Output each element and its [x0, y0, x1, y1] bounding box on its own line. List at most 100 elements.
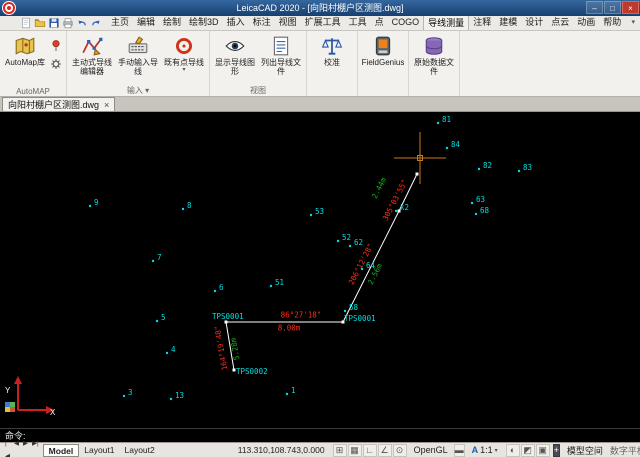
- point-label: 1: [291, 386, 296, 395]
- tab-帮助[interactable]: 帮助: [599, 15, 625, 30]
- tablet-button[interactable]: 数字平板: [610, 444, 640, 457]
- layout-nav-button-3[interactable]: ▶|: [30, 437, 41, 457]
- tab-绘制3D[interactable]: 绘制3D: [185, 15, 223, 30]
- autoscale-icon[interactable]: ◩: [521, 444, 535, 457]
- layout-tab-Layout2[interactable]: Layout2: [119, 444, 159, 457]
- tab-绘制[interactable]: 绘制: [159, 15, 185, 30]
- save-icon[interactable]: [47, 16, 61, 30]
- tab-主页[interactable]: 主页: [107, 15, 133, 30]
- command-line[interactable]: 命令:: [0, 428, 640, 442]
- point-label: 63: [476, 195, 485, 204]
- minimize-button[interactable]: –: [586, 1, 603, 14]
- calibrate-button[interactable]: 校准: [309, 33, 355, 67]
- menubar: 主页编辑绘制绘制3D插入标注视图扩展工具工具点COGO导线测量注释建模设计点云动…: [0, 16, 640, 31]
- tab-视图[interactable]: 视图: [275, 15, 301, 30]
- window-title: LeicaCAD 2020 - [向阳村棚户区测图.dwg]: [0, 0, 640, 16]
- ribbon-button-label: 校准: [324, 58, 340, 67]
- tab-COGO[interactable]: COGO: [388, 15, 424, 30]
- dimension-label: 86°27'18": [281, 311, 322, 320]
- ribbon-group-视图: 显示导线图形列出导线文件视图: [210, 31, 307, 97]
- annotation-scale-value: 1:1: [480, 445, 493, 455]
- ribbon-button-label: 手动输入导线: [115, 58, 161, 76]
- status-toggle-icons: ◐◩▣: [506, 444, 550, 457]
- layout-nav-button-0[interactable]: |◀: [3, 437, 12, 457]
- document-tab-label: 向阳村棚户区测图.dwg: [8, 98, 99, 111]
- annotation-scale-icon: A: [472, 445, 479, 455]
- existing-points-icon: [173, 35, 195, 57]
- manual-input-icon: [127, 35, 149, 57]
- ribbon-button-label: 列出导线文件: [258, 58, 304, 76]
- print-icon[interactable]: [61, 16, 75, 30]
- automap-pin-button[interactable]: [48, 37, 64, 53]
- ribbon-group-AutoMAP: AutoMap库AutoMAP: [0, 31, 67, 97]
- layout-nav-button-1[interactable]: ◀: [12, 437, 21, 457]
- ribbon-collapse-chevron-icon[interactable]: ▾: [626, 15, 640, 30]
- raw-data-files-button[interactable]: 原始数据文件: [411, 33, 457, 76]
- open-file-icon[interactable]: [33, 16, 47, 30]
- manual-input-traverse-button[interactable]: 手动输入导线: [115, 33, 161, 76]
- automap-settings-button[interactable]: [48, 56, 64, 72]
- snap-toggle-icon[interactable]: ⊞: [333, 444, 347, 457]
- tab-工具[interactable]: 工具: [345, 15, 371, 30]
- traverse-editor-icon: [81, 35, 103, 57]
- close-button[interactable]: ×: [622, 1, 639, 14]
- point-label: 8: [187, 201, 192, 210]
- point-label: 51: [275, 278, 284, 287]
- point-label: 53: [315, 207, 324, 216]
- redo-icon[interactable]: [89, 16, 103, 30]
- ribbon-button-label: 主动式导线编辑器: [69, 58, 115, 76]
- point-label: 7: [157, 253, 162, 262]
- point-label: 68: [480, 206, 489, 215]
- osnap-toggle-icon[interactable]: ⊙: [393, 444, 407, 457]
- titlebar: LeicaCAD 2020 - [向阳村棚户区测图.dwg] – □ ×: [0, 0, 640, 16]
- maximize-button[interactable]: □: [604, 1, 621, 14]
- automap-icon: [14, 35, 36, 57]
- workspace-icon[interactable]: ▣: [536, 444, 550, 457]
- model-space-button[interactable]: 模型空间: [567, 444, 603, 457]
- active-traverse-editor-button[interactable]: 主动式导线编辑器: [69, 33, 115, 76]
- tab-动画[interactable]: 动画: [573, 15, 599, 30]
- point-label: 82: [483, 161, 492, 170]
- polar-toggle-icon[interactable]: ∠: [378, 444, 392, 457]
- annotation-scale-button[interactable]: A 1:1 ▾: [472, 445, 498, 455]
- ribbon-tab-bar: 主页编辑绘制绘制3D插入标注视图扩展工具工具点COGO导线测量注释建模设计点云动…: [107, 15, 625, 30]
- tab-标注[interactable]: 标注: [249, 15, 275, 30]
- tab-设计[interactable]: 设计: [521, 15, 547, 30]
- opengl-button[interactable]: OpenGL: [414, 445, 448, 455]
- document-tab-close-icon[interactable]: ×: [104, 100, 109, 110]
- tab-点[interactable]: 点: [371, 15, 388, 30]
- list-traverse-files-button[interactable]: 列出导线文件: [258, 33, 304, 76]
- layout-tabs: ModelLayout1Layout2: [43, 444, 160, 457]
- layout-tab-Model[interactable]: Model: [43, 444, 80, 457]
- show-traverse-graphics-button[interactable]: 显示导线图形: [212, 33, 258, 76]
- automap-library-button[interactable]: AutoMap库: [2, 33, 48, 67]
- grid-toggle-icon[interactable]: ▦: [348, 444, 362, 457]
- tab-编辑[interactable]: 编辑: [133, 15, 159, 30]
- lineweight-toggle-icon[interactable]: ▬: [454, 444, 465, 457]
- annotation-visibility-icon[interactable]: ◐: [506, 444, 520, 457]
- tab-导线测量[interactable]: 导线测量: [423, 15, 469, 30]
- new-file-icon[interactable]: [19, 16, 33, 30]
- ribbon-group: 原始数据文件: [409, 31, 460, 97]
- existing-point-traverse-button[interactable]: 既有点导线▾: [161, 33, 207, 73]
- tab-扩展工具[interactable]: 扩展工具: [301, 15, 345, 30]
- tab-注释[interactable]: 注释: [469, 15, 495, 30]
- undo-icon[interactable]: [75, 16, 89, 30]
- point-label: 5: [161, 313, 166, 322]
- tab-插入[interactable]: 插入: [223, 15, 249, 30]
- point-label: k2: [400, 203, 409, 212]
- calibrate-icon: [321, 35, 343, 57]
- show-traverse-icon: [224, 35, 246, 57]
- layout-tab-Layout1[interactable]: Layout1: [79, 444, 119, 457]
- fieldgenius-button[interactable]: FieldGenius: [360, 33, 406, 67]
- coordinates-readout: 113.310,108.743,0.000: [238, 445, 325, 455]
- ribbon-group-label: 输入 ▾: [67, 85, 209, 96]
- tab-建模[interactable]: 建模: [495, 15, 521, 30]
- crosshair-toggle-icon[interactable]: +: [553, 444, 560, 457]
- document-tab[interactable]: 向阳村棚户区测图.dwg ×: [2, 97, 115, 111]
- tab-点云[interactable]: 点云: [547, 15, 573, 30]
- ribbon-group-label: 视图: [210, 85, 306, 96]
- ortho-toggle-icon[interactable]: ∟: [363, 444, 377, 457]
- drawing-canvas[interactable]: XY8184828398636853k2526264751658543131TP…: [0, 112, 640, 428]
- layout-nav-button-2[interactable]: ▶: [21, 437, 30, 457]
